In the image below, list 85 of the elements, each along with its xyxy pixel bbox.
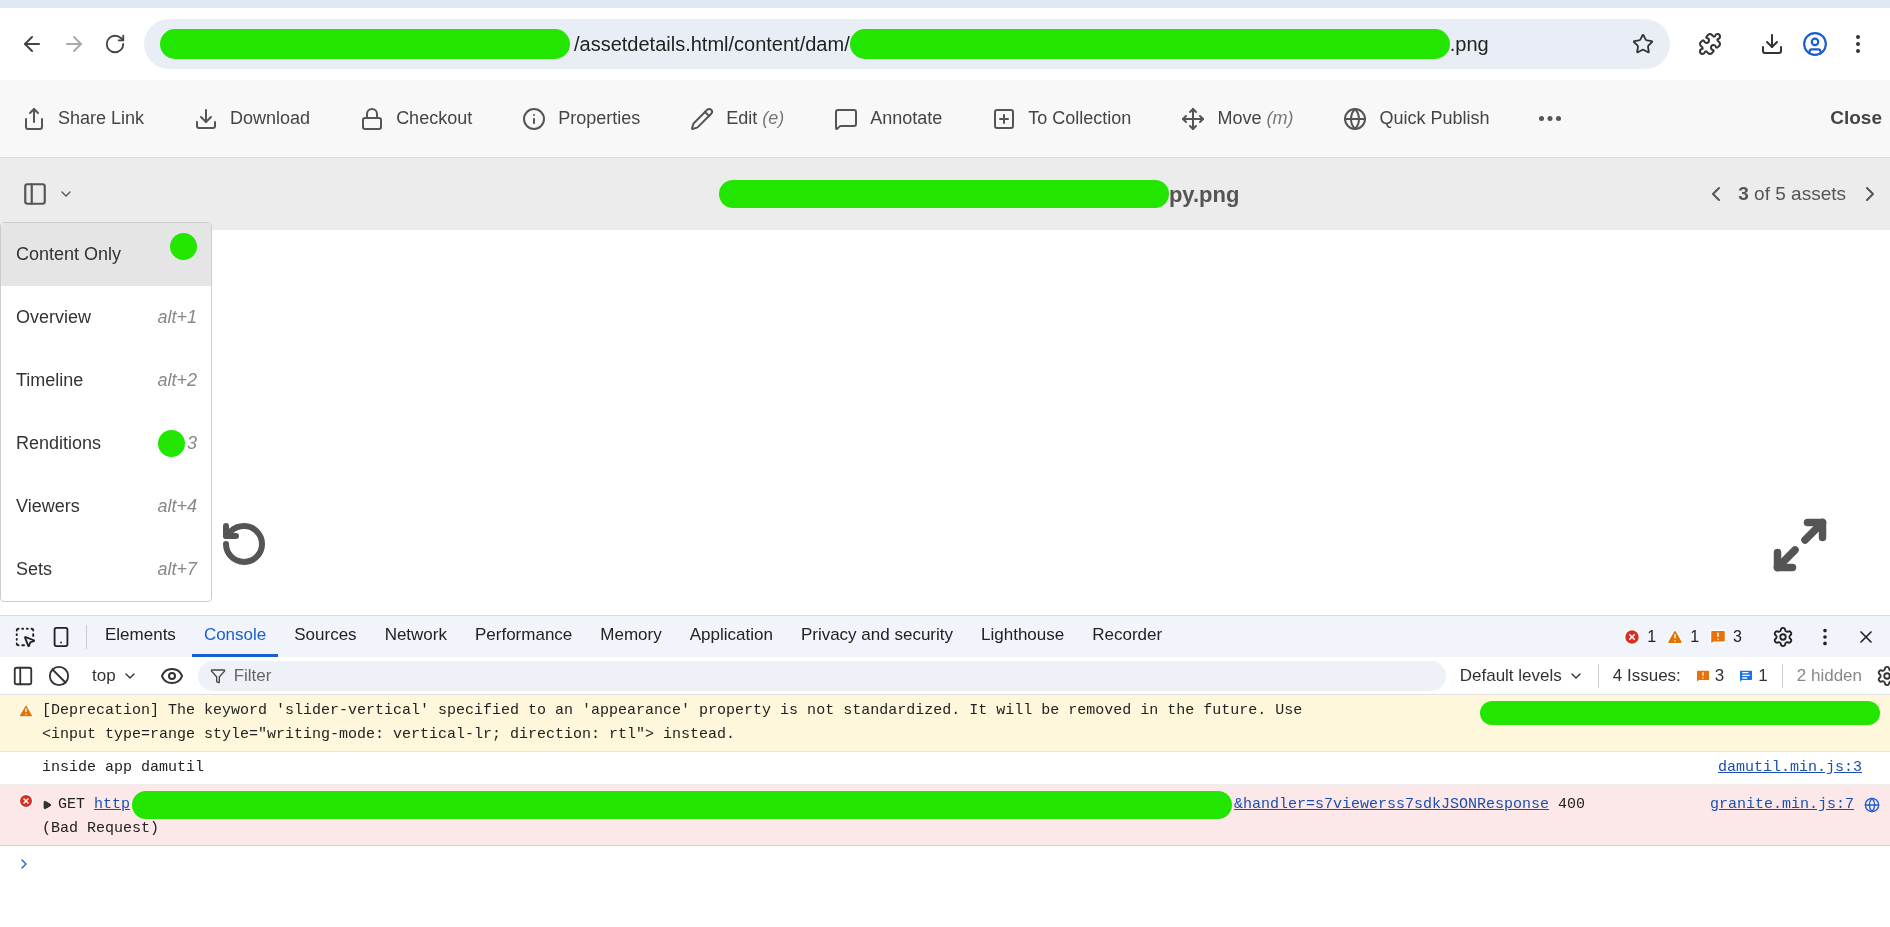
devtools-tab[interactable]: Performance bbox=[463, 616, 585, 657]
share-icon bbox=[22, 106, 46, 131]
info-icon bbox=[522, 106, 547, 131]
info-issue-icon bbox=[1738, 667, 1755, 684]
network-icon bbox=[1864, 797, 1880, 813]
download-icon[interactable] bbox=[1760, 32, 1784, 56]
filter-icon bbox=[209, 667, 226, 684]
levels-dropdown[interactable]: Default levels bbox=[1459, 662, 1584, 689]
toolbar-button[interactable]: To Collection bbox=[992, 105, 1132, 132]
url-text: .png bbox=[1449, 32, 1489, 57]
more-button[interactable] bbox=[1539, 116, 1562, 121]
url-text: /assetdetails.html/content/dam/ bbox=[574, 32, 850, 57]
message-text: <input type=range style="writing-mode: vertical-lr; direction: rtl"> instead. bbox=[42, 725, 736, 745]
comment-icon bbox=[834, 106, 859, 131]
devtools-tab[interactable]: Application bbox=[677, 616, 785, 657]
panel-icon bbox=[22, 181, 48, 207]
asset-title: py.png bbox=[1168, 180, 1240, 209]
message-text: (Bad Request) bbox=[42, 819, 160, 839]
request-link[interactable]: http bbox=[94, 795, 131, 815]
download-icon bbox=[194, 106, 219, 131]
toolbar-button[interactable]: Share Link bbox=[22, 105, 145, 132]
settings-icon[interactable] bbox=[1772, 625, 1794, 648]
error-icon bbox=[1623, 627, 1642, 646]
devtools-tab[interactable]: Lighthouse bbox=[969, 616, 1077, 657]
redaction-mark bbox=[170, 233, 197, 260]
rotate-icon[interactable] bbox=[220, 520, 268, 568]
source-link[interactable]: granite.min.js:7 bbox=[1709, 795, 1854, 815]
bookmark-star-icon[interactable] bbox=[1632, 33, 1654, 55]
source-link[interactable]: damutil.min.js:3 bbox=[1717, 758, 1862, 778]
issue-count: 1 bbox=[1758, 664, 1768, 687]
toolbar-button[interactable]: Download bbox=[194, 105, 311, 132]
toolbar-button[interactable]: Checkout bbox=[360, 105, 473, 132]
reload-icon[interactable] bbox=[104, 33, 126, 55]
issue-icon bbox=[1709, 627, 1728, 646]
filter-input[interactable]: Filter bbox=[233, 662, 1434, 689]
view-menu-item[interactable]: Viewers alt+4 bbox=[1, 475, 211, 538]
warning-icon bbox=[18, 703, 34, 719]
filter-field[interactable]: Filter bbox=[197, 660, 1446, 691]
devtools-tab[interactable]: Recorder bbox=[1080, 616, 1175, 657]
toolbar-button[interactable]: Move (m) bbox=[1181, 105, 1294, 132]
request-link[interactable]: &handler=s7viewerss7sdkJSONResponse bbox=[1234, 795, 1550, 815]
request-method: GET bbox=[58, 795, 85, 815]
extensions-icon[interactable] bbox=[1698, 32, 1722, 56]
view-menu-item[interactable]: Sets alt+7 bbox=[1, 538, 211, 601]
inspect-icon[interactable] bbox=[14, 625, 36, 648]
error-icon bbox=[18, 793, 34, 809]
view-menu-item[interactable]: Renditions 3 bbox=[1, 412, 211, 475]
issue-count: 3 bbox=[1733, 626, 1742, 647]
devtools-tab[interactable]: Elements bbox=[93, 616, 188, 657]
toolbar-button[interactable]: Edit (e) bbox=[690, 105, 785, 132]
lock-icon bbox=[360, 106, 385, 131]
message-text: inside app damutil bbox=[42, 758, 205, 778]
view-menu-item[interactable]: Timeline alt+2 bbox=[1, 349, 211, 412]
toolbar-button[interactable]: Annotate bbox=[834, 105, 943, 132]
toolbar-button[interactable]: Properties bbox=[522, 105, 641, 132]
hidden-count: 2 hidden bbox=[1796, 664, 1862, 687]
devtools-tab[interactable]: Sources bbox=[282, 616, 369, 657]
clear-icon[interactable] bbox=[48, 664, 70, 687]
warning-icon bbox=[1666, 627, 1685, 646]
add-square-icon bbox=[992, 106, 1017, 131]
status-code: 400 bbox=[1558, 795, 1586, 815]
move-icon bbox=[1181, 106, 1206, 131]
devtools-tab[interactable]: Network bbox=[372, 616, 459, 657]
warning-count: 1 bbox=[1690, 626, 1700, 647]
context-dropdown[interactable]: top bbox=[84, 662, 146, 689]
pager-text: 3 of 5 assets bbox=[1738, 181, 1846, 206]
sidebar-icon[interactable] bbox=[12, 664, 34, 687]
address-bar[interactable]: /assetdetails.html/content/dam/ .png bbox=[144, 19, 1670, 69]
globe-icon bbox=[1343, 106, 1368, 131]
view-menu-item[interactable]: Content Only bbox=[1, 223, 211, 286]
toolbar-button[interactable]: Quick Publish bbox=[1343, 105, 1490, 132]
expand-icon[interactable] bbox=[42, 800, 52, 810]
devtools-tab[interactable]: Privacy and security bbox=[788, 616, 965, 657]
profile-icon[interactable] bbox=[1802, 31, 1828, 57]
issues-label: 4 Issues: bbox=[1612, 664, 1681, 687]
close-button[interactable]: Close bbox=[1830, 104, 1882, 133]
more-icon bbox=[1539, 116, 1562, 121]
message-text: [Deprecation] The keyword 'slider-vertical' specified to an 'appearance' property is not standardized. It will be removed in the future. Use bbox=[42, 701, 1303, 721]
redaction-mark bbox=[158, 430, 185, 457]
error-count: 1 bbox=[1647, 626, 1657, 647]
devtools-tab[interactable]: Memory bbox=[588, 616, 674, 657]
view-menu-item[interactable]: Overview alt+1 bbox=[1, 286, 211, 349]
issue-count: 3 bbox=[1714, 664, 1725, 687]
issue-icon bbox=[1694, 667, 1711, 684]
pencil-icon bbox=[690, 106, 715, 131]
